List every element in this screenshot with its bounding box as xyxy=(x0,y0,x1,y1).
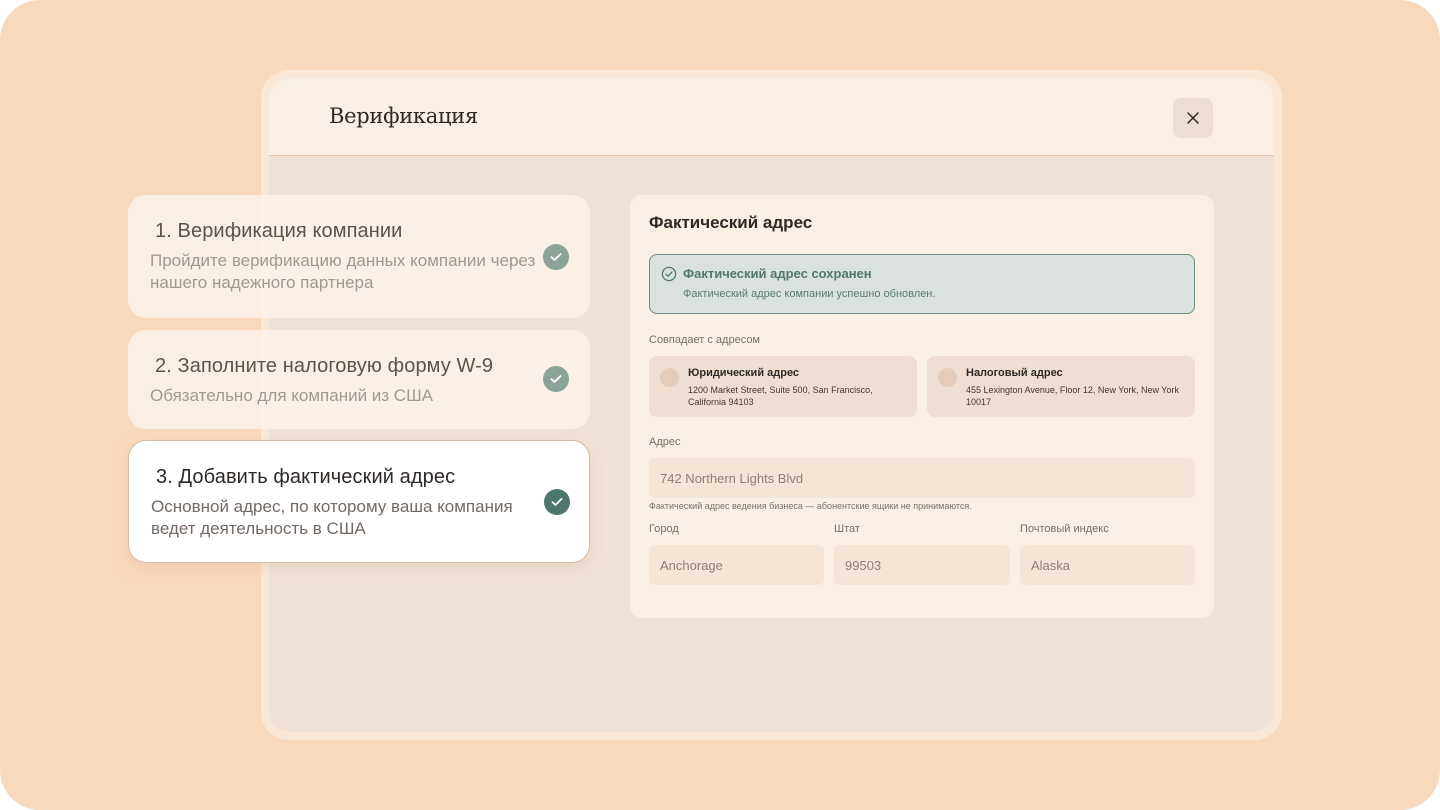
option-title: Юридический адрес xyxy=(688,367,800,379)
page-background: Верификация Фактический адрес Фактически… xyxy=(0,0,1440,810)
step-subtitle: Основной адрес, по которому ваша компани… xyxy=(151,497,513,538)
step-status-badge xyxy=(544,489,570,515)
modal-header: Верификация xyxy=(269,78,1274,156)
alert-text: Фактический адрес компании успешно обнов… xyxy=(683,288,936,300)
step-title: 2. Заполните налоговую форму W-9 xyxy=(155,355,494,377)
zip-label: Почтовый индекс xyxy=(1020,523,1109,535)
success-alert: Фактический адрес сохранен Фактический а… xyxy=(649,254,1195,314)
check-icon xyxy=(550,375,562,383)
step-tax-form[interactable]: 2. Заполните налоговую форму W-9 Обязате… xyxy=(128,330,590,429)
state-input[interactable] xyxy=(834,545,1010,585)
zip-input[interactable] xyxy=(1020,545,1195,585)
check-icon xyxy=(551,498,563,506)
step-status-badge xyxy=(543,366,569,392)
card-title: Фактический адрес xyxy=(649,213,813,232)
option-title: Налоговый адрес xyxy=(966,367,1063,379)
option-address: 1200 Market Street, Suite 500, San Franc… xyxy=(688,385,873,407)
radio-button[interactable] xyxy=(660,368,679,387)
step-subtitle: Обязательно для компаний из США xyxy=(150,386,434,405)
step-status-badge xyxy=(543,244,569,270)
close-icon xyxy=(1187,112,1199,124)
step-subtitle: Пройдите верификацию данных компании чер… xyxy=(150,251,536,292)
alert-title: Фактический адрес сохранен xyxy=(683,266,872,281)
option-legal-address[interactable]: Юридический адрес 1200 Market Street, Su… xyxy=(649,356,917,417)
check-circle-icon xyxy=(661,266,677,282)
address-input[interactable] xyxy=(649,458,1195,498)
address-hint: Фактический адрес ведения бизнеса — абон… xyxy=(649,501,972,511)
check-icon xyxy=(550,253,562,261)
step-actual-address[interactable]: 3. Добавить фактический адрес Основной а… xyxy=(128,440,590,563)
address-label: Адрес xyxy=(649,436,681,448)
step-company-verification[interactable]: 1. Верификация компании Пройдите верифик… xyxy=(128,195,590,318)
step-title: 3. Добавить фактический адрес xyxy=(156,466,456,488)
option-address: 455 Lexington Avenue, Floor 12, New York… xyxy=(966,385,1179,407)
match-label: Совпадает с адресом xyxy=(649,334,760,346)
radio-button[interactable] xyxy=(938,368,957,387)
close-button[interactable] xyxy=(1173,98,1213,138)
actual-address-card: Фактический адрес Фактический адрес сохр… xyxy=(630,195,1214,618)
step-title: 1. Верификация компании xyxy=(155,220,403,242)
city-input[interactable] xyxy=(649,545,824,585)
modal-title: Верификация xyxy=(329,104,478,128)
option-tax-address[interactable]: Налоговый адрес 455 Lexington Avenue, Fl… xyxy=(927,356,1195,417)
state-label: Штат xyxy=(834,523,860,535)
city-label: Город xyxy=(649,523,679,535)
